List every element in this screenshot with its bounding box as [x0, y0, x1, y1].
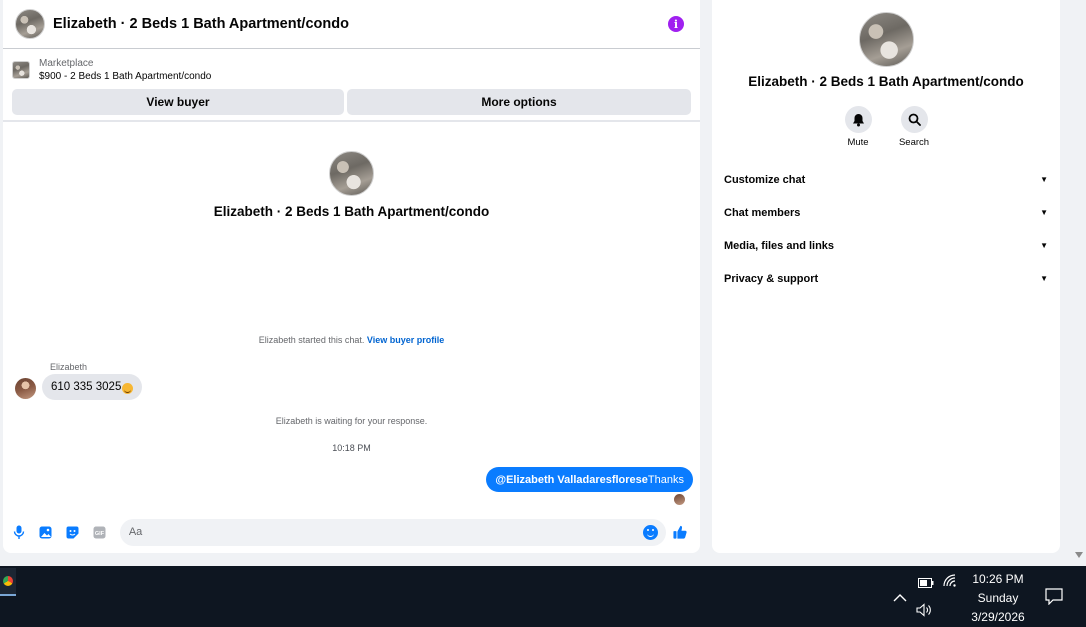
section-chat-members[interactable]: Chat members ▼: [712, 196, 1060, 229]
listing-title: $900 - 2 Beds 1 Bath Apartment/condo: [39, 71, 212, 82]
gif-icon[interactable]: GIF: [93, 525, 107, 539]
smile-emoji-icon: [122, 382, 134, 394]
details-actions: Mute Search: [844, 106, 930, 148]
section-customize-chat[interactable]: Customize chat ▼: [712, 163, 1060, 196]
message-sender-name: Elizabeth: [50, 362, 88, 372]
microphone-icon[interactable]: [12, 525, 26, 539]
seen-receipt-avatar: [674, 494, 685, 505]
chat-panel: Elizabeth · 2 Beds 1 Bath Apartment/cond…: [3, 0, 700, 553]
info-icon[interactable]: i: [668, 16, 684, 32]
mute-button[interactable]: Mute: [844, 106, 872, 148]
message-composer: GIF: [3, 517, 700, 547]
chat-started-text: Elizabeth started this chat.: [258, 335, 365, 345]
intro-avatar: [329, 151, 374, 196]
chat-started-notice: Elizabeth started this chat. View buyer …: [3, 335, 700, 345]
notifications-icon[interactable]: [1045, 588, 1063, 610]
clock-date: 3/29/2026: [971, 610, 1025, 624]
thumbs-up-icon[interactable]: [673, 525, 687, 539]
chevron-down-icon: ▼: [1040, 274, 1048, 283]
marketplace-label: Marketplace: [39, 58, 94, 69]
details-title: Elizabeth · 2 Beds 1 Bath Apartment/cond…: [748, 74, 1024, 89]
outgoing-message-text: Thanks: [647, 473, 684, 486]
chevron-down-icon: ▼: [1040, 208, 1048, 217]
message-input-wrapper: [119, 518, 666, 546]
outgoing-message-bubble[interactable]: @Elizabeth Valladaresflorese Thanks: [486, 467, 693, 492]
bell-icon: [852, 113, 864, 126]
taskbar-clock[interactable]: 10:26 PM Sunday 3/29/2026: [960, 570, 1036, 627]
listing-actions: View buyer More options: [3, 87, 700, 122]
show-hidden-icons-chevron-up-icon[interactable]: [893, 589, 907, 607]
message-timestamp: 10:18 PM: [332, 443, 371, 453]
message-input[interactable]: [119, 518, 666, 546]
sticker-icon[interactable]: [66, 525, 80, 539]
emoji-icon[interactable]: [643, 524, 658, 540]
section-label: Customize chat: [724, 173, 806, 186]
search-label: Search: [898, 137, 930, 148]
chat-avatar[interactable]: [15, 9, 45, 39]
section-media-files-links[interactable]: Media, files and links ▼: [712, 229, 1060, 262]
sender-avatar[interactable]: [15, 378, 36, 399]
marketplace-listing[interactable]: Marketplace $900 - 2 Beds 1 Bath Apartme…: [3, 49, 700, 87]
browser-icon: [3, 576, 13, 586]
clock-time: 10:26 PM: [972, 572, 1024, 586]
waiting-notice: Elizabeth is waiting for your response.: [275, 416, 428, 426]
chat-title[interactable]: Elizabeth · 2 Beds 1 Bath Apartment/cond…: [53, 16, 349, 32]
more-options-button[interactable]: More options: [347, 89, 691, 115]
view-buyer-profile-link[interactable]: View buyer profile: [367, 335, 444, 345]
volume-icon[interactable]: [916, 603, 932, 622]
section-label: Media, files and links: [724, 239, 835, 252]
svg-text:GIF: GIF: [95, 531, 105, 537]
details-avatar[interactable]: [858, 12, 914, 67]
section-privacy-support[interactable]: Privacy & support ▼: [712, 262, 1060, 295]
incoming-message-bubble[interactable]: 610 335 3025: [42, 374, 143, 400]
listing-thumbnail: [12, 61, 30, 79]
taskbar-browser-app[interactable]: [0, 568, 16, 596]
section-label: Privacy & support: [724, 272, 819, 285]
mute-label: Mute: [847, 137, 869, 148]
clock-day: Sunday: [977, 591, 1019, 605]
section-label: Chat members: [724, 206, 801, 219]
details-sections: Customize chat ▼ Chat members ▼ Media, f…: [712, 163, 1060, 295]
intro-title: Elizabeth · 2 Beds 1 Bath Apartment/cond…: [213, 204, 490, 219]
chat-intro: Elizabeth · 2 Beds 1 Bath Apartment/cond…: [3, 151, 700, 219]
search-icon: [908, 113, 921, 126]
taskbar: 10:26 PM Sunday 3/29/2026: [0, 566, 1086, 627]
wifi-icon[interactable]: [943, 574, 958, 592]
chevron-down-icon: ▼: [1040, 241, 1048, 250]
chevron-down-icon: ▼: [1040, 175, 1048, 184]
conversation-details-panel: Elizabeth · 2 Beds 1 Bath Apartment/cond…: [712, 0, 1060, 553]
search-button[interactable]: Search: [898, 106, 930, 148]
incoming-message-text: 610 335 3025: [51, 381, 122, 393]
scroll-down-arrow[interactable]: [1075, 552, 1083, 558]
photo-icon[interactable]: [39, 525, 53, 539]
chat-header: Elizabeth · 2 Beds 1 Bath Apartment/cond…: [3, 0, 700, 49]
battery-icon[interactable]: [918, 575, 934, 593]
mention-link[interactable]: @Elizabeth Valladaresflorese: [495, 474, 648, 486]
view-buyer-button[interactable]: View buyer: [12, 89, 344, 115]
